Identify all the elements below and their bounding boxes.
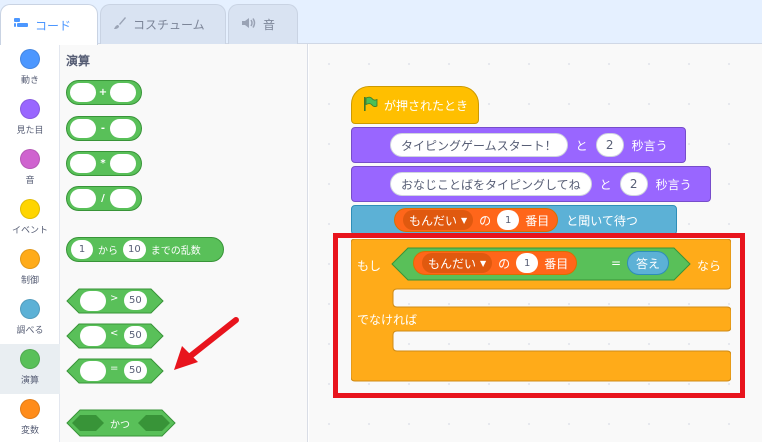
hat-label: が押されたとき — [384, 98, 469, 113]
block-palette: 演算 + - * / 1 から 10 までの乱数 > 50 < 50 = 50 … — [60, 44, 308, 442]
compare-value-input[interactable]: 50 — [124, 361, 147, 380]
list-item-reporter[interactable]: もんだい ▼ の 1 番目 — [394, 208, 559, 232]
say-suffix-label: 秒言う — [631, 138, 668, 153]
category-label: 制御 — [20, 276, 39, 286]
operand-slot[interactable] — [110, 119, 136, 138]
category-label: イベント — [11, 226, 48, 236]
tab-costume[interactable]: コスチューム — [100, 4, 226, 44]
less-than-block[interactable]: < 50 — [66, 323, 164, 349]
ask-and-wait-block[interactable]: もんだい ▼ の 1 番目 と聞いて待つ — [351, 205, 677, 235]
events-category-icon — [20, 199, 40, 219]
category-sensing[interactable]: 調べる — [0, 294, 60, 344]
pick-random-block[interactable]: 1 から 10 までの乱数 — [66, 237, 224, 262]
operand-slot[interactable] — [70, 83, 96, 102]
operand-slot[interactable] — [110, 154, 136, 173]
list-dropdown[interactable]: もんだい ▼ — [403, 210, 474, 230]
say-text-input[interactable]: おなじことばをタイピングしてね — [390, 172, 592, 196]
category-looks[interactable]: 見た目 — [0, 94, 60, 144]
random-to-input[interactable]: 10 — [123, 240, 146, 259]
compare-value-input[interactable]: 50 — [124, 326, 147, 345]
say-for-secs-block[interactable]: タイピングゲームスタート！ と 2 秒言う — [351, 127, 686, 163]
operator-symbol: < — [110, 328, 119, 339]
random-from-input[interactable]: 1 — [71, 240, 93, 259]
category-control[interactable]: 制御 — [0, 244, 60, 294]
operand-slot[interactable] — [110, 189, 136, 208]
category-label: 見た目 — [16, 126, 44, 136]
add-block[interactable]: + — [66, 80, 142, 105]
operand-slot[interactable] — [80, 291, 106, 311]
operator-symbol: > — [110, 293, 119, 304]
tab-sound-label: 音 — [263, 18, 276, 32]
category-operators[interactable]: 演算 — [0, 344, 60, 394]
greater-than-block[interactable]: > 50 — [66, 288, 164, 314]
operand-slot[interactable] — [70, 119, 96, 138]
operator-symbol: = — [110, 363, 119, 374]
green-flag-icon — [362, 96, 378, 115]
say-text-input[interactable]: タイピングゲームスタート！ — [390, 133, 568, 157]
red-arrow-icon — [174, 317, 239, 370]
operator-symbol: + — [98, 87, 108, 98]
operand-slot[interactable] — [70, 189, 96, 208]
looks-category-icon — [20, 99, 40, 119]
category-label: 演算 — [20, 376, 39, 386]
chevron-down-icon: ▼ — [461, 215, 468, 225]
random-from-label: から — [98, 246, 118, 257]
and-block[interactable]: かつ — [66, 409, 176, 437]
item-label: 番目 — [525, 213, 550, 228]
operator-symbol: / — [101, 193, 105, 204]
category-motion[interactable]: 動き — [0, 44, 60, 94]
and-label: かつ — [110, 420, 130, 431]
multiply-block[interactable]: * — [66, 151, 142, 176]
list-name: もんだい — [409, 213, 458, 228]
brush-icon — [113, 16, 127, 34]
control-category-icon — [20, 249, 40, 269]
random-to-label: までの乱数 — [150, 246, 201, 257]
subtract-block[interactable]: - — [66, 116, 142, 141]
category-events[interactable]: イベント — [0, 194, 60, 244]
say-connector-label: と — [599, 177, 612, 192]
item-index-input[interactable]: 1 — [497, 210, 520, 230]
editor-tab-bar: コード コスチューム 音 — [0, 0, 762, 45]
category-label: 調べる — [16, 326, 44, 336]
tab-costume-label: コスチューム — [133, 18, 205, 32]
code-icon — [13, 17, 29, 33]
operator-symbol: * — [100, 158, 106, 169]
say-for-secs-block[interactable]: おなじことばをタイピングしてね と 2 秒言う — [351, 166, 711, 202]
tab-code-label: コード — [35, 18, 72, 33]
category-sound[interactable]: 音 — [0, 144, 60, 194]
variables-category-icon — [20, 399, 40, 419]
palette-section-title: 演算 — [66, 54, 91, 68]
operators-category-icon — [20, 349, 40, 369]
say-secs-input[interactable]: 2 — [619, 172, 648, 196]
ask-suffix-label: と聞いて待つ — [566, 213, 638, 228]
tab-sound[interactable]: 音 — [228, 4, 298, 44]
say-secs-input[interactable]: 2 — [595, 133, 624, 157]
category-label: 動き — [20, 76, 39, 86]
when-flag-clicked-block[interactable]: が押されたとき — [351, 86, 479, 124]
operand-slot[interactable] — [80, 326, 106, 346]
tab-code[interactable]: コード — [0, 4, 98, 45]
category-label: 音 — [25, 176, 35, 186]
highlight-box — [333, 233, 745, 398]
operand-slot[interactable] — [110, 83, 136, 102]
operand-slot[interactable] — [80, 361, 106, 381]
of-label: の — [479, 213, 492, 228]
operand-slot[interactable] — [70, 154, 96, 173]
category-variables[interactable]: 変数 — [0, 394, 60, 442]
speaker-icon — [241, 17, 257, 33]
say-connector-label: と — [575, 138, 588, 153]
sensing-category-icon — [20, 299, 40, 319]
compare-value-input[interactable]: 50 — [124, 291, 147, 310]
operator-symbol: - — [100, 123, 106, 134]
category-menu: 動き 見た目 音 イベント 制御 調べる 演算 変数 — [0, 44, 60, 442]
motion-category-icon — [20, 49, 40, 69]
equals-block[interactable]: = 50 — [66, 358, 164, 384]
say-suffix-label: 秒言う — [655, 177, 692, 192]
category-label: 変数 — [20, 426, 39, 436]
sound-category-icon — [20, 149, 40, 169]
divide-block[interactable]: / — [66, 186, 142, 211]
